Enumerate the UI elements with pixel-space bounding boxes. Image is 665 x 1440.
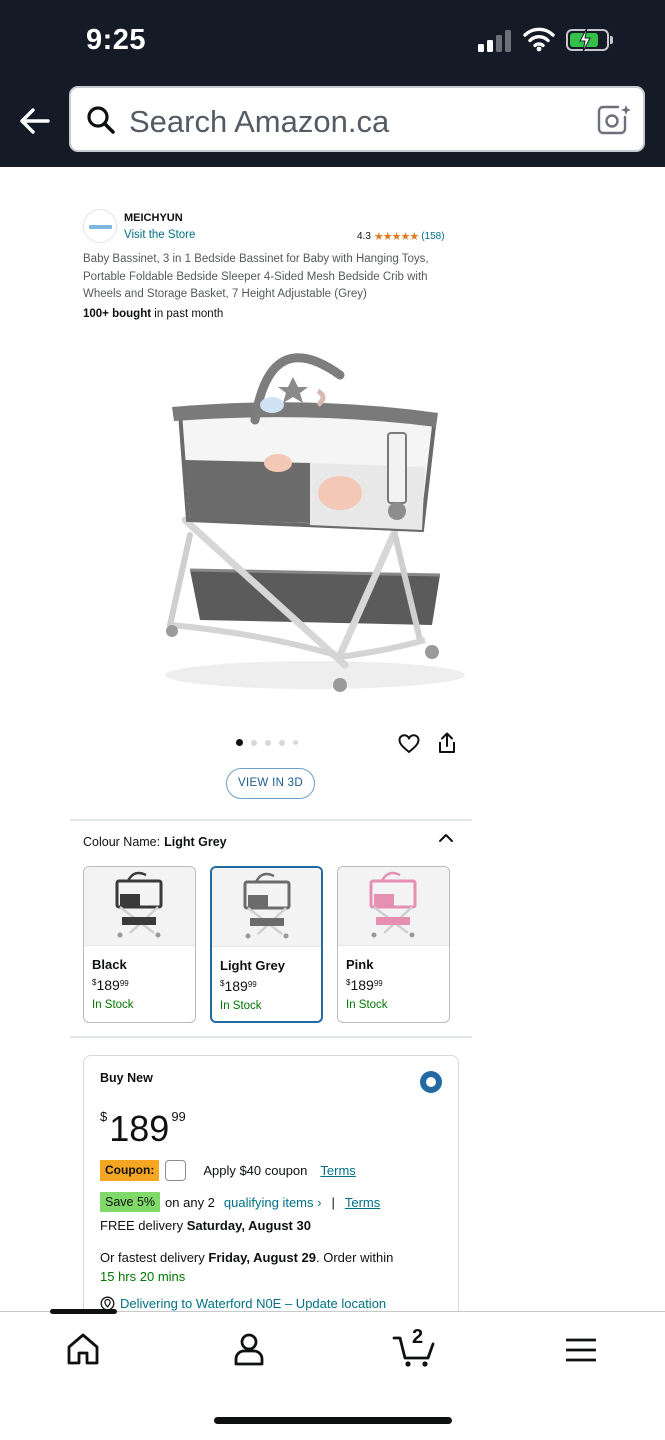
colour-option-price: $18999 xyxy=(92,977,129,993)
price: $189 99 xyxy=(100,1108,186,1149)
save-promo-row: Save 5% on any 2 qualifying items › | Te… xyxy=(100,1192,380,1212)
colour-option-name: Light Grey xyxy=(220,958,286,973)
colour-option-price: $18999 xyxy=(220,978,257,994)
order-countdown: 15 hrs 20 mins xyxy=(100,1269,186,1284)
brand-name: MEICHYUN xyxy=(124,212,183,224)
colour-option-price: $18999 xyxy=(346,977,383,993)
colour-thumbnail xyxy=(212,868,321,947)
fastest-delivery-text: Or fastest delivery Friday, August 29. O… xyxy=(100,1250,394,1284)
active-tab-indicator xyxy=(50,1309,117,1314)
divider xyxy=(70,819,472,821)
rating-value: 4.3 xyxy=(357,231,371,242)
battery-icon xyxy=(566,27,613,53)
colour-thumbnail xyxy=(84,867,195,946)
colour-option-stock: In Stock xyxy=(92,999,134,1011)
product-title: Baby Bassinet, 3 in 1 Bedside Bassinet f… xyxy=(83,253,429,300)
back-arrow-icon[interactable] xyxy=(18,104,52,138)
home-indicator xyxy=(214,1417,452,1424)
qualifying-items-link[interactable]: qualifying items › xyxy=(224,1195,322,1210)
colour-thumbnail xyxy=(338,867,449,946)
image-carousel-dots[interactable] xyxy=(236,739,298,746)
colour-option-name: Black xyxy=(92,957,127,972)
buy-new-radio[interactable] xyxy=(420,1071,442,1093)
coupon-checkbox[interactable] xyxy=(165,1160,187,1181)
view-in-3d-button[interactable]: VIEW IN 3D xyxy=(226,768,315,799)
visit-store-link[interactable]: Visit the Store xyxy=(124,229,195,241)
colour-option-stock: In Stock xyxy=(346,999,388,1011)
cart-count: 2 xyxy=(412,1326,424,1348)
search-input[interactable]: Search Amazon.ca xyxy=(69,86,645,152)
share-icon[interactable] xyxy=(437,732,457,754)
home-icon[interactable] xyxy=(66,1332,100,1366)
chevron-up-icon[interactable] xyxy=(438,832,454,844)
promo-terms-link[interactable]: Terms xyxy=(345,1195,380,1210)
heart-icon[interactable] xyxy=(398,734,420,754)
camera-search-icon[interactable] xyxy=(596,103,632,137)
product-image[interactable] xyxy=(150,335,480,705)
colour-option-name: Pink xyxy=(346,957,374,972)
buy-new-title: Buy New xyxy=(100,1071,153,1085)
coupon-terms-link[interactable]: Terms xyxy=(320,1163,355,1178)
rating-summary[interactable]: 4.3 ★★★★★ (158) xyxy=(357,230,445,243)
delivery-location-link[interactable]: Delivering to Waterford N0E – Update loc… xyxy=(100,1296,386,1311)
colour-option-light-grey[interactable]: Light Grey $18999 In Stock xyxy=(210,866,323,1023)
separator: | xyxy=(331,1194,335,1210)
search-icon xyxy=(87,106,115,134)
cellular-signal-icon xyxy=(478,30,514,52)
account-icon[interactable] xyxy=(232,1332,266,1366)
status-time: 9:25 xyxy=(86,24,147,56)
save-badge: Save 5% xyxy=(100,1192,161,1212)
search-placeholder: Search Amazon.ca xyxy=(129,104,390,139)
colour-option-black[interactable]: Black $18999 In Stock xyxy=(83,866,196,1023)
brand-logo[interactable] xyxy=(83,209,117,243)
review-count[interactable]: (158) xyxy=(421,231,444,242)
bought-in-past-month: 100+ bought in past month xyxy=(83,308,224,320)
star-rating-icon: ★★★★★ xyxy=(373,231,419,243)
menu-icon[interactable] xyxy=(566,1337,596,1363)
divider xyxy=(70,1036,472,1038)
free-delivery-text: FREE delivery Saturday, August 30 xyxy=(100,1218,311,1233)
header-bar: 9:25 Search Amazon.ca xyxy=(0,0,665,167)
colour-option-pink[interactable]: Pink $18999 In Stock xyxy=(337,866,450,1023)
colour-name-label: Colour Name: Light Grey xyxy=(83,835,227,849)
wifi-icon xyxy=(523,27,555,52)
buy-box: Buy New $189 99 Coupon: Apply $40 coupon … xyxy=(83,1055,459,1325)
coupon-badge: Coupon: xyxy=(100,1160,160,1181)
coupon-row: Coupon: Apply $40 coupon Terms xyxy=(100,1160,356,1181)
apply-coupon-text: Apply $40 coupon xyxy=(203,1163,308,1178)
save-text: on any 2 xyxy=(165,1194,215,1210)
colour-option-stock: In Stock xyxy=(220,1000,262,1012)
